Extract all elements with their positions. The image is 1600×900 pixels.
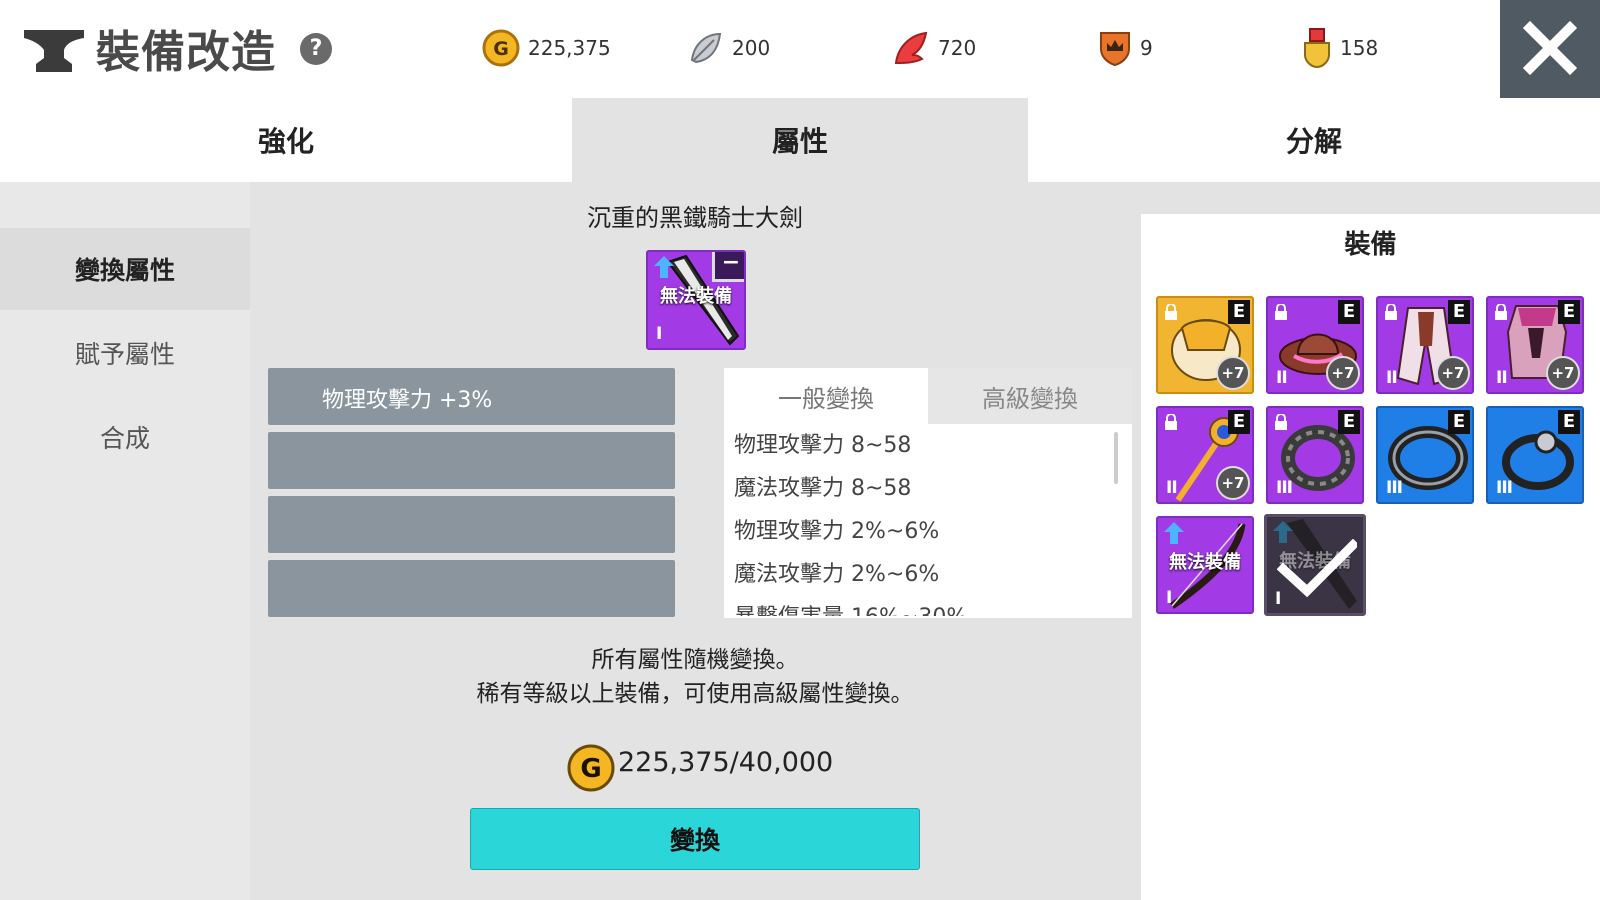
description-line-2: 稀有等級以上裝備，可使用高級屬性變換。 [476, 681, 914, 707]
anvil-icon [22, 22, 88, 78]
item-tier: II [1166, 478, 1178, 498]
lock-icon [1165, 414, 1177, 430]
equipment-slot-ring[interactable]: E III [1486, 406, 1584, 504]
equipment-slot-gloves[interactable]: E +7 II [1486, 296, 1584, 394]
equipment-slot-hat[interactable]: E +7 II [1266, 296, 1364, 394]
crown-shield-icon [1100, 32, 1130, 67]
tab-advanced-conversion[interactable]: 高級變換 [928, 368, 1132, 424]
item-tier: I [656, 324, 662, 344]
item-status-label: 無法裝備 [660, 286, 732, 307]
tab-decompose[interactable]: 分解 [1028, 98, 1600, 182]
close-icon [1522, 20, 1578, 76]
red-feather-icon [894, 31, 928, 65]
lock-icon [1275, 414, 1287, 430]
attribute-slot-4[interactable] [268, 560, 675, 617]
equipment-title: 裝備 [1344, 230, 1397, 260]
convert-button[interactable]: 變換 [470, 808, 920, 870]
lock-icon [1385, 304, 1397, 320]
lock-icon [1165, 304, 1177, 320]
silver-leaf-amount: 200 [732, 36, 771, 60]
equipped-badge: E [1448, 410, 1470, 434]
equipped-badge: E [1228, 410, 1250, 434]
page-title: 裝備改造 [96, 27, 276, 78]
medal-icon [1304, 28, 1330, 69]
crown-shield-amount: 9 [1140, 36, 1153, 60]
list-item: 物理攻擊力 2%~6% [734, 519, 940, 544]
equipment-slot-chain-bracelet[interactable]: E III [1376, 406, 1474, 504]
equipped-badge: E [1228, 300, 1250, 324]
equipment-slot-bracelet[interactable]: E III [1266, 406, 1364, 504]
item-tier: III [1386, 478, 1403, 498]
currency-medal: 158 [1302, 28, 1379, 69]
equipped-badge: E [1558, 300, 1580, 324]
attribute-slot-3[interactable] [268, 496, 675, 553]
list-item: 魔法攻擊力 2%~6% [734, 562, 940, 587]
item-tier: I [1275, 589, 1281, 609]
svg-text:G: G [580, 754, 601, 784]
svg-text:G: G [493, 38, 509, 60]
help-icon[interactable]: ? [300, 33, 332, 65]
attribute-slot-1-text: 物理攻擊力 +3% [322, 388, 493, 413]
remove-item-button[interactable]: − [712, 252, 744, 282]
equipment-slot-armor[interactable]: E +7 [1156, 296, 1254, 394]
currency-red-feather: 720 [892, 28, 976, 68]
item-name: 沉重的黑鐵騎士大劍 [587, 204, 803, 232]
item-tier: I [1166, 588, 1172, 608]
red-feather-amount: 720 [938, 36, 977, 60]
close-button[interactable] [1500, 0, 1600, 98]
tab-normal-conversion[interactable]: 一般變換 [724, 368, 928, 424]
upgrade-arrow-icon [1164, 522, 1184, 544]
silver-leaf-icon [690, 32, 722, 64]
item-tier: III [1496, 478, 1513, 498]
tab-attribute[interactable]: 屬性 [572, 98, 1028, 182]
gold-amount: 225,375 [528, 36, 611, 60]
side-item-synthesis[interactable]: 合成 [0, 396, 250, 478]
equipment-slot-staff[interactable]: E +7 II [1156, 406, 1254, 504]
gold-coin-icon: G [482, 29, 520, 67]
item-status-label: 無法裝備 [1169, 552, 1241, 573]
equipment-slot-bow[interactable]: 無法裝備 I [1156, 516, 1254, 614]
item-tier: II [1386, 368, 1398, 388]
item-tier: II [1276, 368, 1288, 388]
enhance-level-badge: +7 [1216, 356, 1250, 390]
conversion-list-scrollbar[interactable] [1114, 432, 1118, 484]
currency-silver-leaf: 200 [688, 28, 770, 68]
item-tier: II [1496, 368, 1508, 388]
enhance-level-badge: +7 [1326, 356, 1360, 390]
selected-item-tile: − 無法裝備 I [646, 250, 746, 350]
item-tier: III [1276, 478, 1293, 498]
checkmark-icon [1277, 539, 1357, 598]
equipped-badge: E [1558, 410, 1580, 434]
equipped-badge: E [1338, 410, 1360, 434]
list-item: 暴擊傷害量 16%~30% [734, 596, 1124, 616]
upgrade-arrow-icon [654, 256, 674, 278]
conversion-list[interactable]: 物理攻擊力 8~58 魔法攻擊力 8~58 物理攻擊力 2%~6% 魔法攻擊力 … [734, 424, 1124, 616]
description-line-1: 所有屬性隨機變換。 [591, 647, 799, 673]
side-item-convert-attribute[interactable]: 變換屬性 [0, 228, 250, 310]
lock-icon [1495, 304, 1507, 320]
currency-crown-shield: 9 [1098, 28, 1153, 68]
currency-gold: G 225,375 [482, 28, 611, 68]
equipment-slot-coat[interactable]: E +7 II [1376, 296, 1474, 394]
equipped-badge: E [1448, 300, 1470, 324]
medal-amount: 158 [1340, 36, 1379, 60]
attribute-slot-2[interactable] [268, 432, 675, 489]
enhance-level-badge: +7 [1546, 356, 1580, 390]
cost-amount: 225,375/40,000 [618, 747, 834, 778]
list-item: 魔法攻擊力 8~58 [734, 476, 912, 501]
side-item-grant-attribute[interactable]: 賦予屬性 [0, 312, 250, 394]
tab-enhance[interactable]: 強化 [0, 98, 572, 182]
list-item: 物理攻擊力 8~58 [734, 433, 912, 458]
equipment-slot-greatsword-selected[interactable]: 無法裝備 I [1264, 514, 1366, 616]
lock-icon [1275, 304, 1287, 320]
equipped-badge: E [1338, 300, 1360, 324]
enhance-level-badge: +7 [1216, 466, 1250, 500]
enhance-level-badge: +7 [1436, 356, 1470, 390]
gold-coin-icon: G [567, 744, 615, 792]
